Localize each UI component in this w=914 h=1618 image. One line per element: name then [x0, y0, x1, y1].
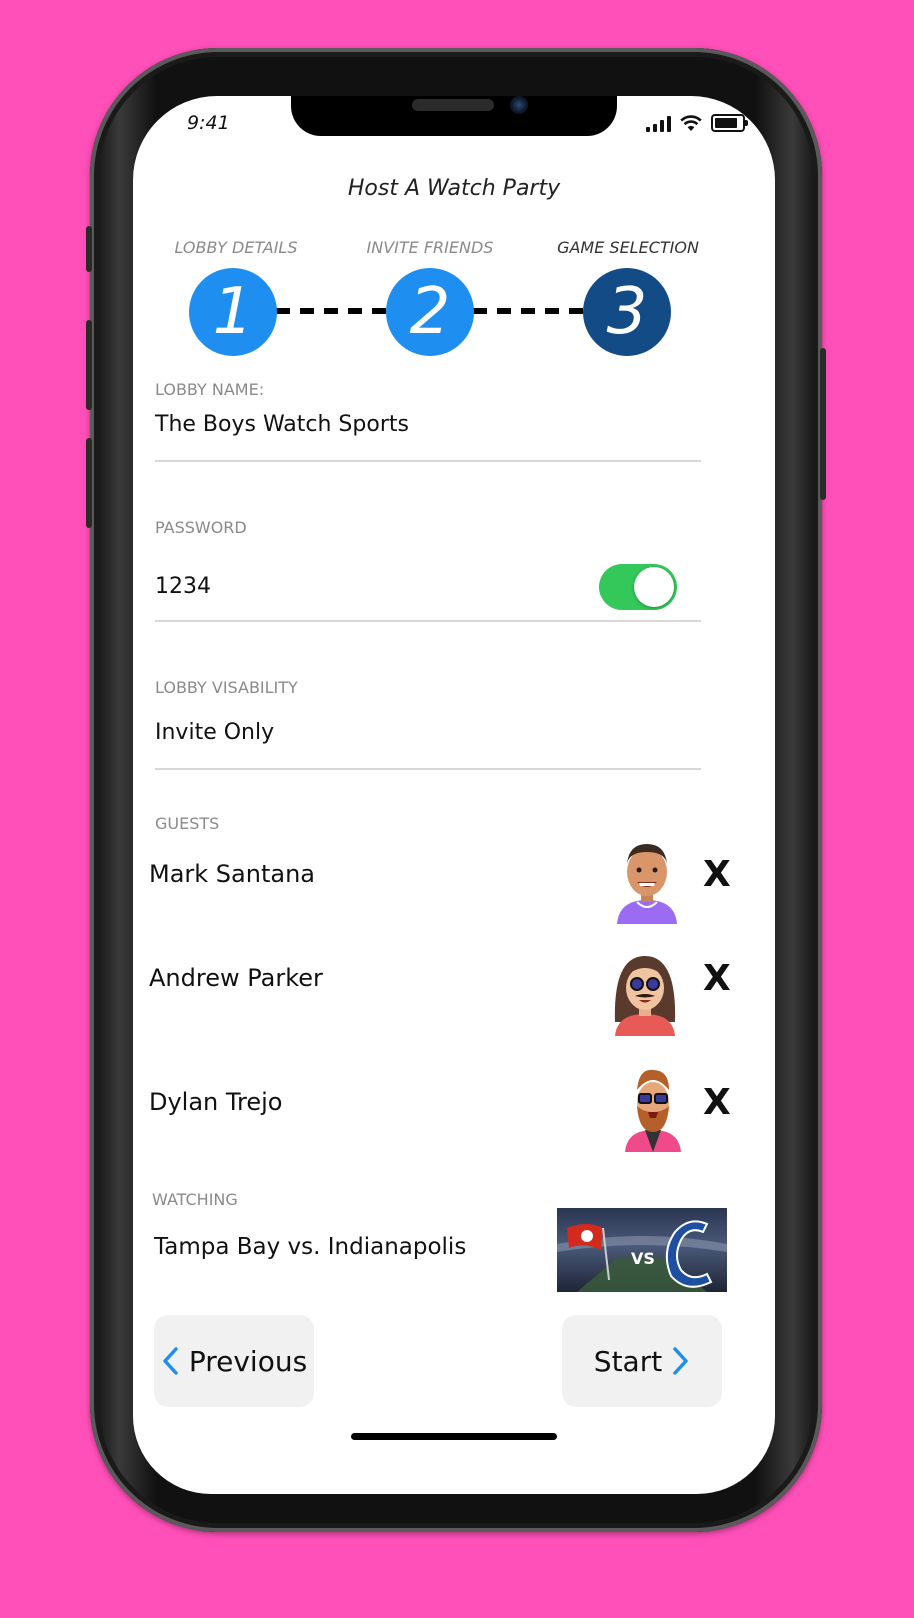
phone-screen: 9:41 Host A Watch Party LOBBY DETAILS IN…	[133, 96, 775, 1494]
guest-name-dylan-trejo: Dylan Trejo	[149, 1088, 283, 1116]
step-connector-1	[276, 308, 388, 314]
front-camera	[510, 96, 528, 114]
status-time: 9:41	[187, 112, 230, 134]
start-label: Start	[593, 1344, 663, 1378]
watching-label: WATCHING	[152, 1190, 238, 1209]
guest-avatar-mark	[617, 844, 677, 924]
battery-icon	[711, 114, 748, 132]
chevron-right-icon	[673, 1347, 688, 1375]
lobby-visibility-label: LOBBY VISABILITY	[155, 678, 298, 697]
remove-guest-dylan-button[interactable]: X	[703, 1082, 731, 1123]
remove-guest-mark-button[interactable]: X	[703, 854, 731, 895]
watching-game: Tampa Bay vs. Indianapolis	[154, 1234, 467, 1260]
speaker	[412, 99, 494, 111]
chevron-left-icon	[163, 1347, 178, 1375]
page-title: Host A Watch Party	[347, 176, 561, 201]
step-label-invite-friends: INVITE FRIENDS	[366, 238, 494, 257]
home-indicator[interactable]	[351, 1433, 557, 1440]
previous-button[interactable]: Previous	[154, 1315, 314, 1407]
guests-label: GUESTS	[155, 814, 220, 833]
lobby-name-label: LOBBY NAME:	[155, 380, 265, 399]
volume-up-button	[86, 320, 92, 410]
step-2-button[interactable]: 2	[386, 268, 474, 356]
step-1-button[interactable]: 1	[189, 268, 277, 356]
wifi-icon	[680, 115, 702, 131]
remove-guest-andrew-button[interactable]: X	[703, 958, 731, 999]
notch	[291, 96, 617, 136]
guest-avatar-andrew	[614, 956, 676, 1036]
password-field[interactable]: 1234	[155, 574, 211, 599]
guest-avatar-dylan	[625, 1069, 681, 1152]
divider	[155, 768, 701, 770]
password-label: PASSWORD	[155, 518, 247, 537]
divider	[155, 620, 701, 622]
status-icons	[646, 114, 748, 132]
volume-down-button	[86, 438, 92, 528]
mute-switch	[86, 226, 92, 272]
guest-name-mark-santana: Mark Santana	[149, 860, 315, 888]
vs-text: VS	[631, 1249, 655, 1268]
start-button[interactable]: Start	[562, 1315, 722, 1407]
toggle-knob	[634, 567, 674, 607]
divider	[155, 460, 701, 462]
game-matchup-image[interactable]: VS	[557, 1208, 727, 1292]
power-button	[820, 348, 826, 500]
password-toggle[interactable]	[599, 564, 677, 610]
lobby-name-field[interactable]: The Boys Watch Sports	[155, 412, 409, 437]
lobby-visibility-select[interactable]: Invite Only	[155, 720, 274, 745]
previous-label: Previous	[188, 1344, 308, 1378]
step-connector-2	[473, 308, 587, 314]
signal-icon	[646, 116, 671, 132]
step-label-game-selection: GAME SELECTION	[557, 238, 699, 257]
guest-name-andrew-parker: Andrew Parker	[149, 964, 323, 992]
step-label-lobby-details: LOBBY DETAILS	[174, 238, 298, 257]
step-3-button[interactable]: 3	[583, 268, 671, 356]
